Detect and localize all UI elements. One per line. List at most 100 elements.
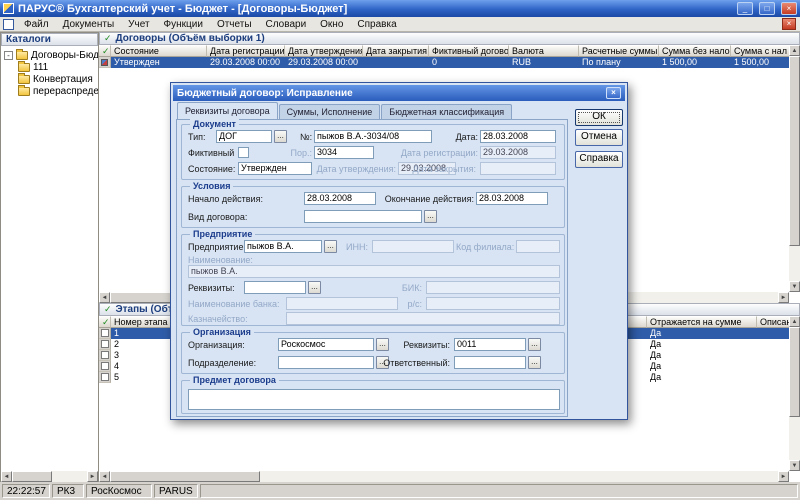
org-requisites-browse-icon[interactable]: ... (528, 338, 541, 351)
group-document-title: Документ (190, 119, 239, 129)
column-calc-sums[interactable]: Расчетные суммы (579, 45, 659, 57)
sidebar-hscrollbar[interactable]: ◄ ► (1, 471, 98, 482)
scroll-down-icon[interactable]: ▼ (789, 281, 800, 292)
scroll-left-icon[interactable]: ◄ (1, 471, 12, 482)
scroll-thumb[interactable] (110, 471, 260, 482)
tree-item-konvertacia[interactable]: Конвертация (1, 73, 98, 85)
column-reg-date[interactable]: Дата регистрации (207, 45, 285, 57)
org-requisites-label: Реквизиты: (396, 339, 450, 352)
enterprise-field[interactable]: пыжов В.А. (244, 240, 322, 253)
column-currency[interactable]: Валюта (509, 45, 579, 57)
regdate-field: 29.03.2008 (480, 146, 556, 159)
stages-hscrollbar[interactable]: ◄ ► (99, 471, 789, 482)
org-requisites-field[interactable]: 0011 (454, 338, 526, 351)
dialog-title-bar[interactable]: Бюджетный договор: Исправление × (173, 85, 625, 101)
scroll-right-icon[interactable]: ► (87, 471, 98, 482)
row-checkbox[interactable] (99, 339, 111, 350)
scroll-right-icon[interactable]: ► (778, 471, 789, 482)
closedate-field (480, 162, 556, 175)
contracts-vscrollbar[interactable]: ▲ ▼ (789, 45, 800, 292)
scroll-up-icon[interactable]: ▲ (789, 45, 800, 56)
cell-close-date (363, 57, 429, 68)
scroll-left-icon[interactable]: ◄ (99, 292, 110, 303)
type-browse-icon[interactable]: ... (274, 130, 287, 143)
row-checkbox[interactable] (99, 361, 111, 372)
requisites-field[interactable] (244, 281, 306, 294)
column-fictive[interactable]: Фиктивный договор↑ (429, 45, 509, 57)
start-field[interactable]: 28.03.2008 (304, 192, 376, 205)
menu-functions[interactable]: Функции (157, 19, 210, 30)
maximize-icon[interactable]: □ (759, 2, 775, 15)
help-button[interactable]: Справка (575, 151, 623, 168)
stages-vscrollbar[interactable]: ▲ ▼ (789, 316, 800, 471)
responsible-field[interactable] (454, 356, 526, 369)
menu-help[interactable]: Справка (350, 19, 403, 30)
column-sum-gross[interactable]: Сумма с нал (731, 45, 789, 57)
collapse-icon[interactable]: - (4, 51, 13, 60)
row-checkbox[interactable] (99, 328, 111, 339)
dialog-close-icon[interactable]: × (606, 87, 621, 99)
state-field[interactable]: Утвержден (238, 162, 312, 175)
title-bar[interactable]: ПАРУС® Бухгалтерский учет - Бюджет - [До… (0, 0, 800, 17)
menu-file[interactable]: Файл (17, 19, 56, 30)
menu-documents[interactable]: Документы (56, 19, 122, 30)
organization-browse-icon[interactable]: ... (376, 338, 389, 351)
kind-browse-icon[interactable]: ... (424, 210, 437, 223)
type-field[interactable]: ДОГ (216, 130, 272, 143)
ordinal-field[interactable]: 3034 (314, 146, 374, 159)
tree-item-pereraspredelenie[interactable]: перераспределение (1, 85, 98, 97)
tab-requisites[interactable]: Реквизиты договора (177, 102, 278, 119)
enterprise-label: Предприятие: (188, 241, 246, 254)
organization-field[interactable]: Роскосмос (278, 338, 374, 351)
menu-dictionaries[interactable]: Словари (259, 19, 314, 30)
scroll-thumb[interactable] (12, 471, 52, 482)
column-sum-net[interactable]: Сумма без налогов (659, 45, 731, 57)
scroll-down-icon[interactable]: ▼ (789, 460, 800, 471)
menu-accounting[interactable]: Учет (121, 19, 156, 30)
menu-reports[interactable]: Отчеты (210, 19, 259, 30)
budget-contract-dialog: Бюджетный договор: Исправление × Реквизи… (170, 82, 628, 420)
column-reflect[interactable]: Отражается на сумме (647, 316, 757, 328)
child-close-icon[interactable]: × (782, 18, 796, 30)
tab-sums-execution[interactable]: Суммы, Исполнение (279, 104, 381, 119)
column-close-date[interactable]: Дата закрытия (363, 45, 429, 57)
row-selector[interactable] (99, 57, 111, 68)
cancel-button[interactable]: Отмена (575, 129, 623, 146)
cell-reflect: Да (647, 372, 757, 383)
end-field[interactable]: 28.03.2008 (476, 192, 548, 205)
minimize-icon[interactable]: _ (737, 2, 753, 15)
kind-field[interactable] (304, 210, 422, 223)
responsible-browse-icon[interactable]: ... (528, 356, 541, 369)
branch-field (516, 240, 560, 253)
fictive-checkbox[interactable] (238, 147, 249, 158)
column-state[interactable]: Состояние (111, 45, 207, 57)
number-field[interactable]: пыжов В.А.-3034/08 (314, 130, 432, 143)
tree-item-111[interactable]: 111 (1, 61, 98, 73)
tab-budget-classification[interactable]: Бюджетная классификация (381, 104, 512, 119)
contract-row[interactable]: Утвержден 29.03.2008 00:00 29.03.2008 00… (99, 57, 789, 68)
subject-textarea[interactable] (188, 389, 560, 410)
child-window-icon[interactable] (3, 19, 14, 30)
column-select-header[interactable]: ✓ (99, 316, 111, 328)
scroll-left-icon[interactable]: ◄ (99, 471, 110, 482)
requisites-browse-icon[interactable]: ... (308, 281, 321, 294)
ok-button[interactable]: ОК (575, 109, 623, 126)
column-select-header[interactable]: ✓ (99, 45, 111, 57)
enterprise-browse-icon[interactable]: ... (324, 240, 337, 253)
scroll-thumb[interactable] (789, 56, 800, 246)
row-checkbox[interactable] (99, 350, 111, 361)
column-stage-desc[interactable]: Описание этапа (757, 316, 789, 328)
scroll-thumb[interactable] (789, 327, 800, 417)
tree-root-contracts-budget[interactable]: - Договоры-Бюджет (1, 49, 98, 61)
menu-window[interactable]: Окно (313, 19, 350, 30)
date-field[interactable]: 28.03.2008 (480, 130, 556, 143)
department-field[interactable] (278, 356, 374, 369)
dialog-title: Бюджетный договор: Исправление (177, 88, 353, 99)
scroll-right-icon[interactable]: ► (778, 292, 789, 303)
scroll-up-icon[interactable]: ▲ (789, 316, 800, 327)
status-time: 22:22:57 (2, 484, 50, 498)
close-icon[interactable]: × (781, 2, 797, 15)
cell-reflect: Да (647, 350, 757, 361)
row-checkbox[interactable] (99, 372, 111, 383)
column-approve-date[interactable]: Дата утверждения (285, 45, 363, 57)
